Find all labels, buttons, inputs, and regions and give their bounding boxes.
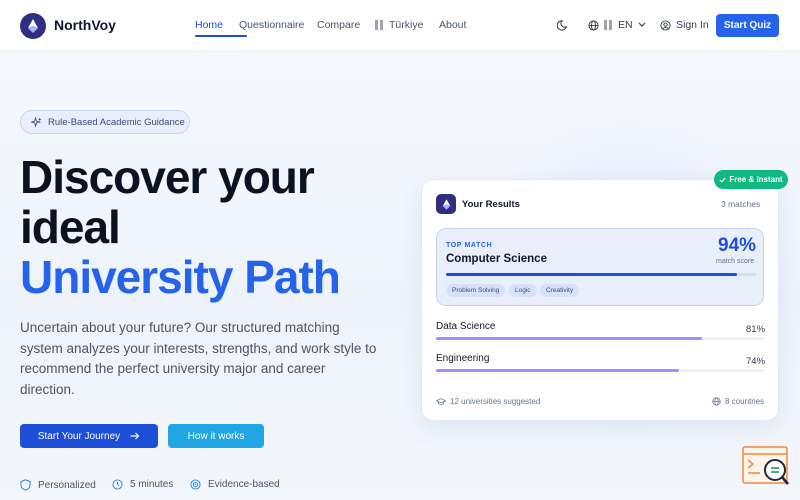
feature-duration: 5 minutes [112,479,173,490]
countries-count-label: 8 countries [725,397,765,406]
sign-in-label: Sign In [676,19,709,31]
tag-chip: Problem Solving [446,284,506,297]
match-progress-data-science [436,337,764,340]
feature-personalized: Personalized [20,479,96,491]
universities-suggested-label: 12 universities suggested [450,397,541,406]
language-selector[interactable]: EN [588,19,646,31]
top-navbar: NorthVoy Home Questionnaire Compare Türk… [0,0,800,52]
nav-questionnaire[interactable]: Questionnaire [239,19,304,31]
chevron-down-icon [638,22,646,27]
graduation-cap-icon [436,397,446,405]
free-instant-label: Free & Instant [729,175,783,184]
feature-personalized-label: Personalized [38,479,96,491]
target-icon [190,479,201,490]
match-progress-fill [436,369,679,372]
globe-icon [588,19,599,31]
top-match-label: TOP MATCH [446,242,493,249]
match-name-data-science: Data Science [436,321,496,332]
nav-turkiye[interactable]: Türkiye [375,19,423,31]
hero-description: Uncertain about your future? Our structu… [20,320,377,397]
match-progress-engineering [436,369,764,372]
hero-title-line1: Discover your [20,151,315,203]
guidance-badge: Rule-Based Academic Guidance [20,110,190,134]
moon-icon[interactable] [556,18,570,36]
guidance-badge-label: Rule-Based Academic Guidance [48,116,185,128]
top-match-score-label: match score [716,258,755,265]
how-it-works-button[interactable]: How it works [168,424,264,448]
top-match-score: 94% [718,235,757,256]
match-progress-fill [436,337,702,340]
feature-evidence: Evidence-based [190,479,280,490]
free-instant-badge: Free & Instant [714,170,788,189]
nav-turkiye-label: Türkiye [389,19,424,31]
start-journey-button[interactable]: Start Your Journey [20,424,158,448]
check-icon [719,177,726,183]
tag-chip: Logic [509,284,537,297]
top-match-name: Computer Science [446,253,547,265]
top-match-progress-fill [446,273,738,276]
logo-icon[interactable] [20,13,46,39]
nav-about[interactable]: About [439,19,466,31]
match-pct-data-science: 81% [746,324,766,335]
feature-duration-label: 5 minutes [130,479,174,490]
flag-icon [604,20,612,30]
tag-chip: Creativity [540,284,580,297]
top-match-progress [446,273,756,276]
universities-suggested: 12 universities suggested [436,397,540,406]
start-journey-label: Start Your Journey [37,430,121,442]
results-title: Your Results [462,199,520,210]
flag-icon [375,20,383,30]
globe-icon [712,397,721,406]
match-pct-engineering: 74% [746,356,766,367]
floating-search-widget-icon[interactable] [742,446,790,486]
feature-evidence-label: Evidence-based [208,479,280,490]
results-logo-icon [436,194,456,214]
user-icon [660,19,671,31]
sparkle-icon [31,116,42,128]
sign-in-link[interactable]: Sign In [660,19,709,31]
language-label: EN [618,19,633,31]
nav-active-indicator [195,35,247,37]
hero-title-line2: ideal [20,201,121,253]
hero-title: Discover your ideal University Path [20,152,400,302]
shield-icon [20,479,31,491]
countries-count: 8 countries [712,397,764,406]
hero-title-line3: University Path [20,251,341,303]
arrow-right-icon [130,432,140,440]
brand-name[interactable]: NorthVoy [54,17,116,33]
start-quiz-button[interactable]: Start Quiz [716,14,779,37]
results-match-count: 3 matches [721,199,761,209]
nav-compare[interactable]: Compare [317,19,360,31]
match-name-engineering: Engineering [436,353,490,364]
nav-home[interactable]: Home [195,19,223,31]
clock-icon [112,479,123,490]
